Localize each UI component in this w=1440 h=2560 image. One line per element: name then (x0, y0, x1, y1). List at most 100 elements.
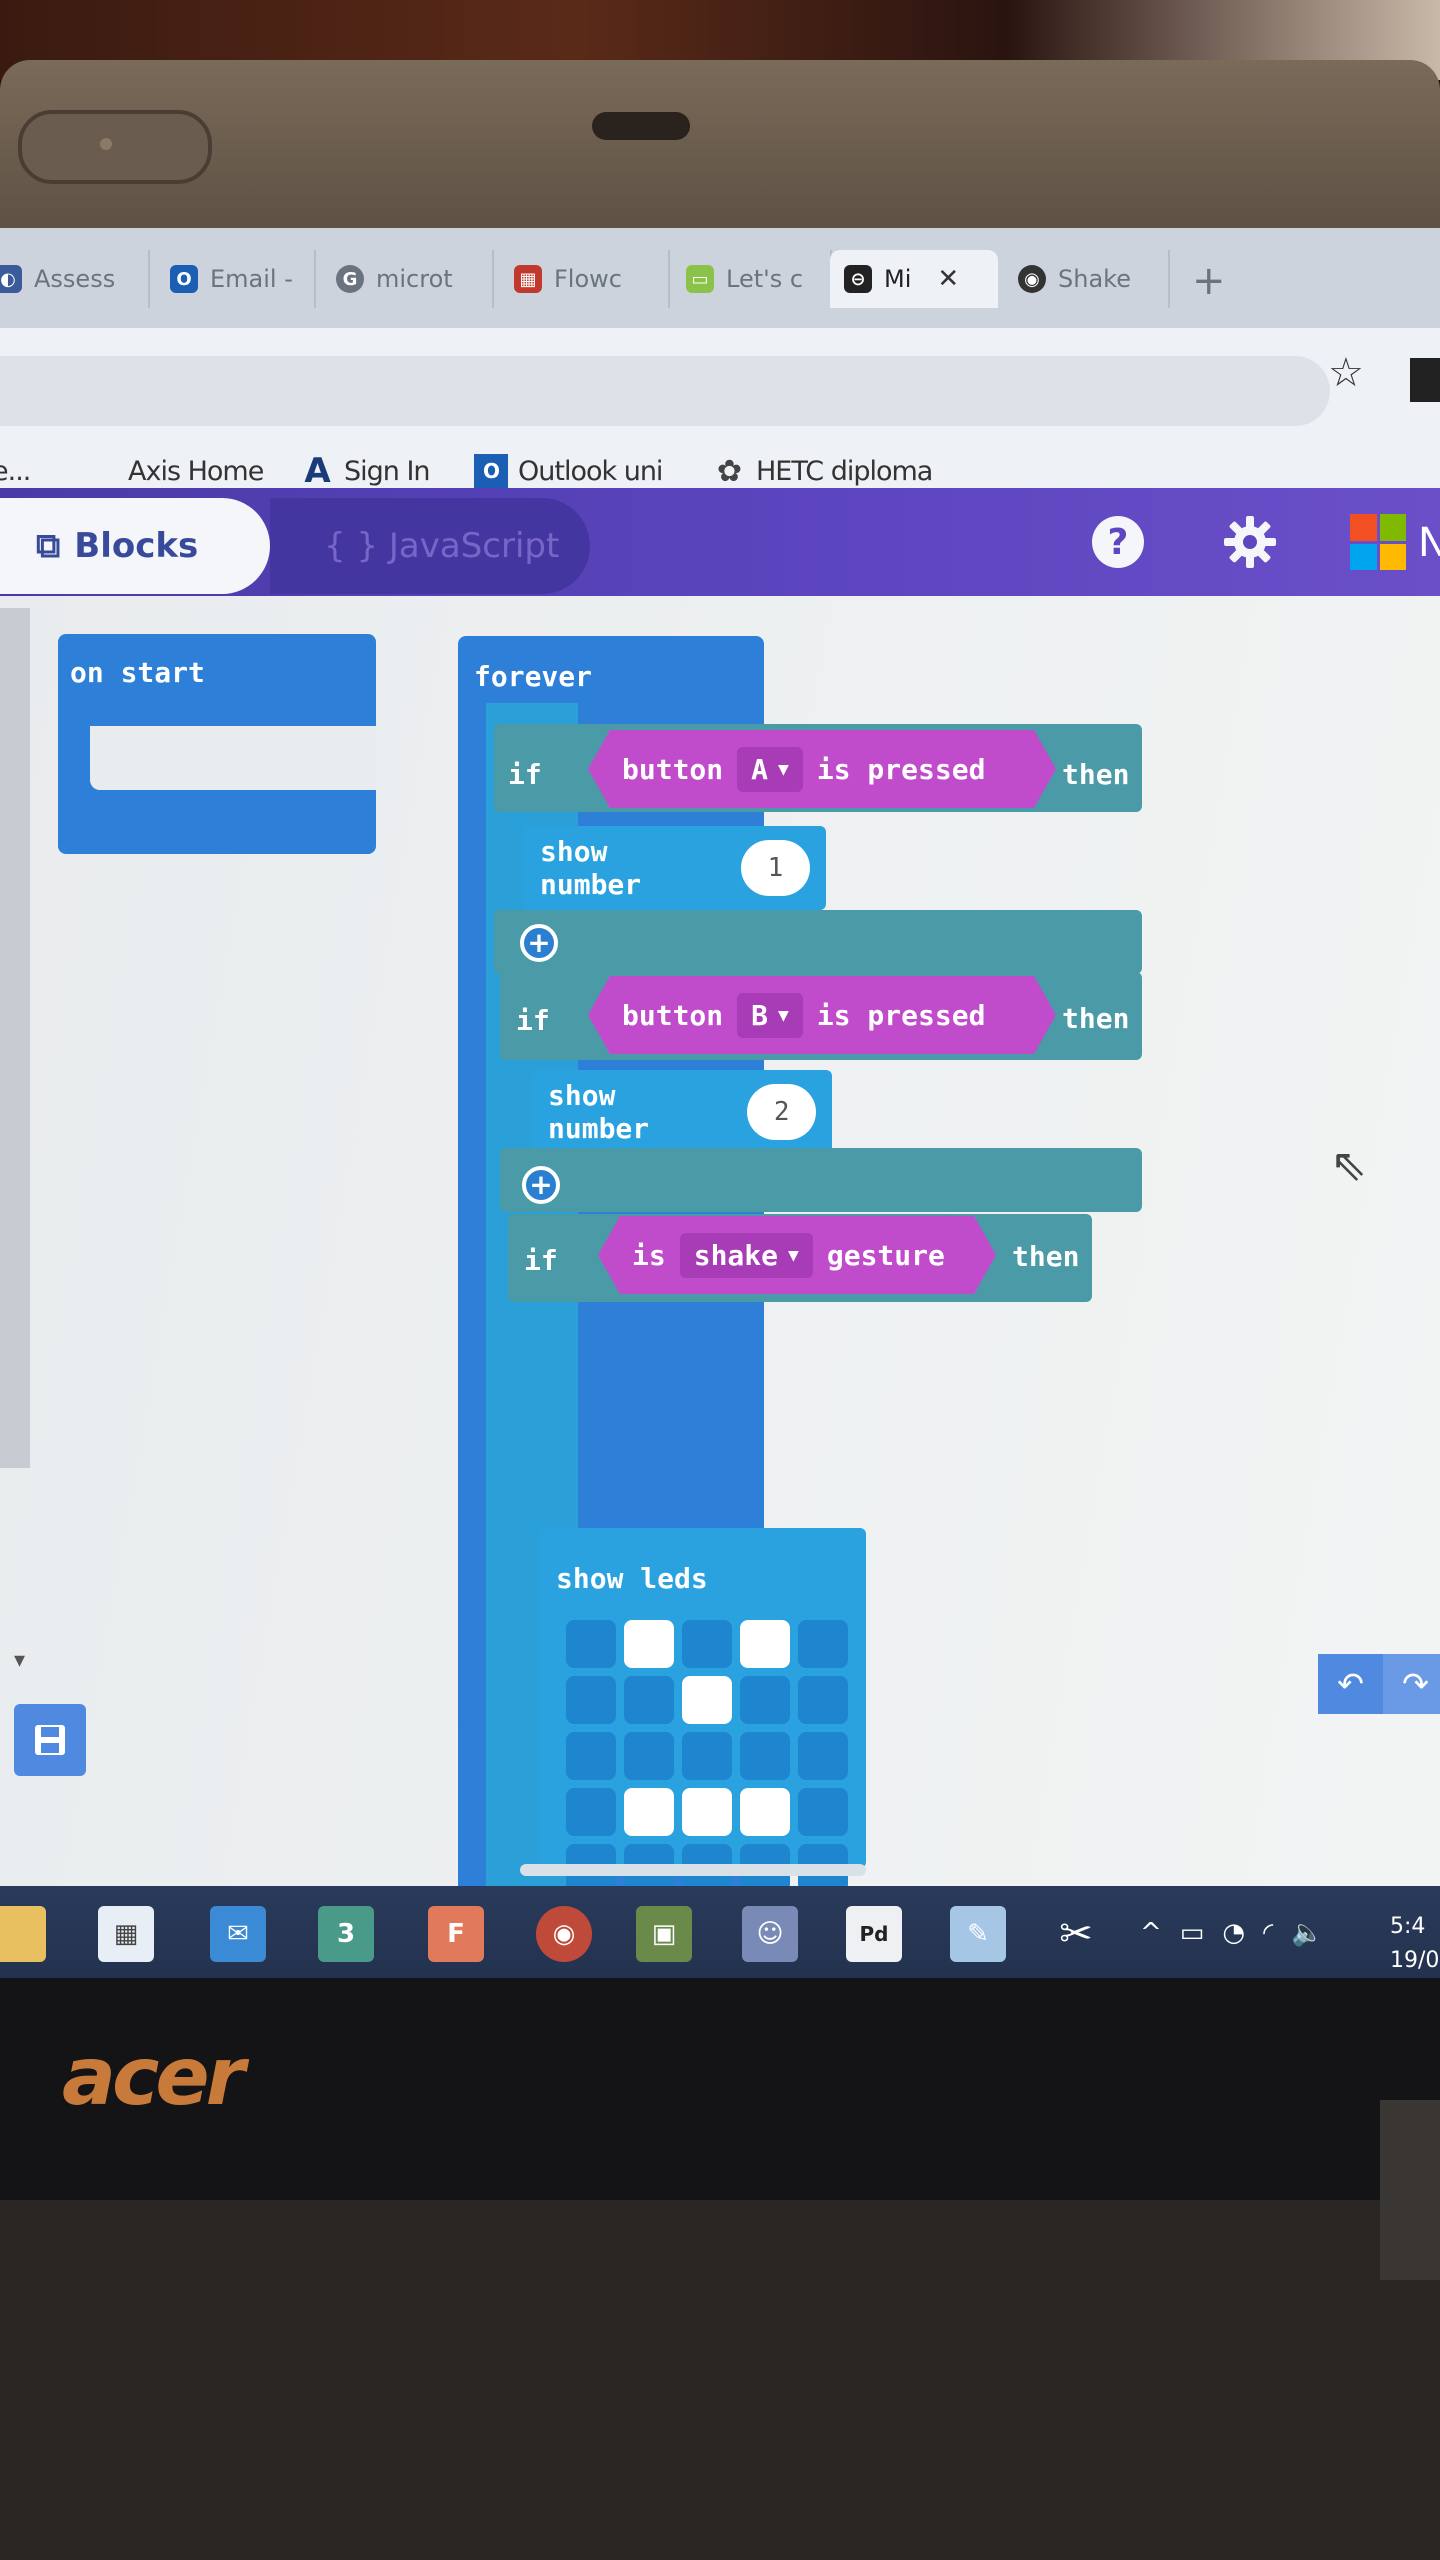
close-tab-icon[interactable]: ✕ (937, 264, 959, 294)
paint-icon[interactable]: ✎ (950, 1906, 1006, 1962)
on-start-slot (90, 726, 376, 790)
gesture-condition[interactable]: is shake ▼ gesture (598, 1216, 996, 1294)
bezel-bump (18, 110, 212, 184)
minecraft-icon[interactable]: ▣ (636, 1906, 692, 1962)
volume-icon[interactable]: 🔈 (1291, 1918, 1323, 1948)
extension-icon[interactable] (1410, 358, 1440, 402)
button-pressed-condition[interactable]: button A ▼ is pressed (588, 730, 1056, 808)
chrome-icon[interactable]: ◉ (536, 1906, 592, 1962)
toolbox-scrollbar[interactable] (0, 608, 30, 1468)
discord-icon[interactable]: ☺ (742, 1906, 798, 1962)
help-icon[interactable]: ? (1092, 516, 1144, 568)
dropdown-caret-icon: ▼ (788, 1244, 799, 1266)
undo-icon[interactable]: ↶ (1318, 1654, 1383, 1714)
led-cell[interactable] (566, 1788, 616, 1836)
mouse-cursor-icon: ⇖ (1330, 1140, 1367, 1191)
show-number-block[interactable]: show number 1 (524, 826, 826, 910)
led-cell[interactable] (798, 1732, 848, 1780)
snipping-icon[interactable]: ✂ (1048, 1906, 1104, 1962)
save-button[interactable] (14, 1704, 86, 1776)
led-cell[interactable] (566, 1620, 616, 1668)
browser-tab-bar: ◐ Assess O Email - G microt ▦ Flowc ▭ Le… (0, 228, 1440, 328)
scroll-down-icon[interactable]: ▾ (14, 1648, 25, 1673)
tab-lets-code[interactable]: ▭ Let's c (672, 250, 832, 308)
show-hidden-icon[interactable]: ^ (1140, 1918, 1162, 1948)
led-cell[interactable] (740, 1620, 790, 1668)
system-tray: ^ ▭ ◔ ◜ 🔈 (1140, 1918, 1324, 1948)
if-keyword: if (516, 1004, 550, 1037)
if-keyword: if (524, 1244, 558, 1277)
led-cell[interactable] (624, 1676, 674, 1724)
tab-makecode-active[interactable]: ⊖ Mi ✕ (830, 250, 998, 308)
laptop-screen: ◐ Assess O Email - G microt ▦ Flowc ▭ Le… (0, 228, 1440, 1978)
add-else-icon[interactable]: + (522, 1166, 560, 1204)
pd-app-icon[interactable]: Pd (846, 1906, 902, 1962)
number-input[interactable]: 1 (740, 840, 810, 896)
github-icon: ◉ (1018, 265, 1046, 293)
sign-in-icon: A (304, 451, 330, 491)
clock-time: 5:4 (1390, 1914, 1426, 1939)
led-cell[interactable] (682, 1620, 732, 1668)
network-icon[interactable]: ◔ (1222, 1918, 1245, 1948)
mail-icon[interactable]: ✉ (210, 1906, 266, 1962)
save-icon (35, 1725, 65, 1755)
flowchart-icon: ▦ (514, 265, 542, 293)
led-cell[interactable] (566, 1732, 616, 1780)
battery-icon[interactable]: ▭ (1180, 1918, 1205, 1948)
tab-microbit-search[interactable]: G microt (322, 250, 494, 308)
google-icon: G (336, 265, 364, 293)
gesture-dropdown[interactable]: shake ▼ (680, 1233, 813, 1278)
tab-email[interactable]: O Email - (156, 250, 316, 308)
blocks-toggle[interactable]: ⧉ Blocks (0, 498, 270, 594)
new-tab-button[interactable]: + (1192, 258, 1226, 304)
led-grid[interactable] (566, 1620, 848, 1892)
wifi-icon[interactable]: ◜ (1263, 1918, 1273, 1948)
number-input[interactable]: 2 (747, 1084, 816, 1140)
dropdown-caret-icon: ▼ (778, 758, 789, 780)
keyboard-deck (0, 2200, 1440, 2560)
show-number-block[interactable]: show number 2 (532, 1070, 832, 1154)
app-3-icon[interactable]: 3 (318, 1906, 374, 1962)
app-f-icon[interactable]: F (428, 1906, 484, 1962)
horizontal-scrollbar[interactable] (520, 1864, 866, 1876)
tab-flowchart[interactable]: ▦ Flowc (500, 250, 670, 308)
tab-assess[interactable]: ◐ Assess (0, 250, 150, 308)
led-cell[interactable] (740, 1676, 790, 1724)
bookmark-star-icon[interactable]: ☆ (1328, 350, 1364, 396)
file-explorer-icon[interactable] (0, 1906, 46, 1962)
led-cell[interactable] (798, 1620, 848, 1668)
led-cell[interactable] (624, 1732, 674, 1780)
redo-icon[interactable]: ↷ (1383, 1654, 1440, 1714)
button-pressed-condition[interactable]: button B ▼ is pressed (588, 976, 1056, 1054)
microsoft-logo-icon (1350, 514, 1406, 570)
led-cell[interactable] (566, 1676, 616, 1724)
add-else-icon[interactable]: + (520, 924, 558, 962)
then-keyword: then (1062, 1002, 1130, 1035)
led-cell[interactable] (798, 1788, 848, 1836)
microbit-icon: ⊖ (844, 265, 872, 293)
led-cell[interactable] (740, 1732, 790, 1780)
dropdown-caret-icon: ▼ (778, 1004, 789, 1026)
led-cell[interactable] (624, 1620, 674, 1668)
url-field[interactable] (0, 356, 1330, 426)
tab-shake[interactable]: ◉ Shake (1004, 250, 1170, 308)
undo-redo-group: ↶ ↷ (1318, 1654, 1440, 1714)
puzzle-icon: ⧉ (36, 526, 61, 566)
led-cell[interactable] (798, 1676, 848, 1724)
led-cell[interactable] (740, 1788, 790, 1836)
gear-icon[interactable] (1220, 512, 1280, 572)
laptop-top-bezel (0, 60, 1440, 240)
led-cell[interactable] (682, 1788, 732, 1836)
led-cell[interactable] (682, 1676, 732, 1724)
if-keyword: if (508, 758, 542, 791)
taskbar-clock[interactable]: 5:4 19/0 (1390, 1910, 1439, 1978)
button-dropdown[interactable]: A ▼ (737, 747, 803, 792)
clock-date: 19/0 (1390, 1948, 1440, 1973)
javascript-toggle[interactable]: { } JavaScript (270, 498, 590, 594)
button-dropdown[interactable]: B ▼ (737, 993, 803, 1038)
led-cell[interactable] (682, 1732, 732, 1780)
outlook-icon: O (474, 454, 508, 488)
store-icon[interactable]: ▦ (98, 1906, 154, 1962)
forever-label: forever (474, 660, 593, 693)
led-cell[interactable] (624, 1788, 674, 1836)
